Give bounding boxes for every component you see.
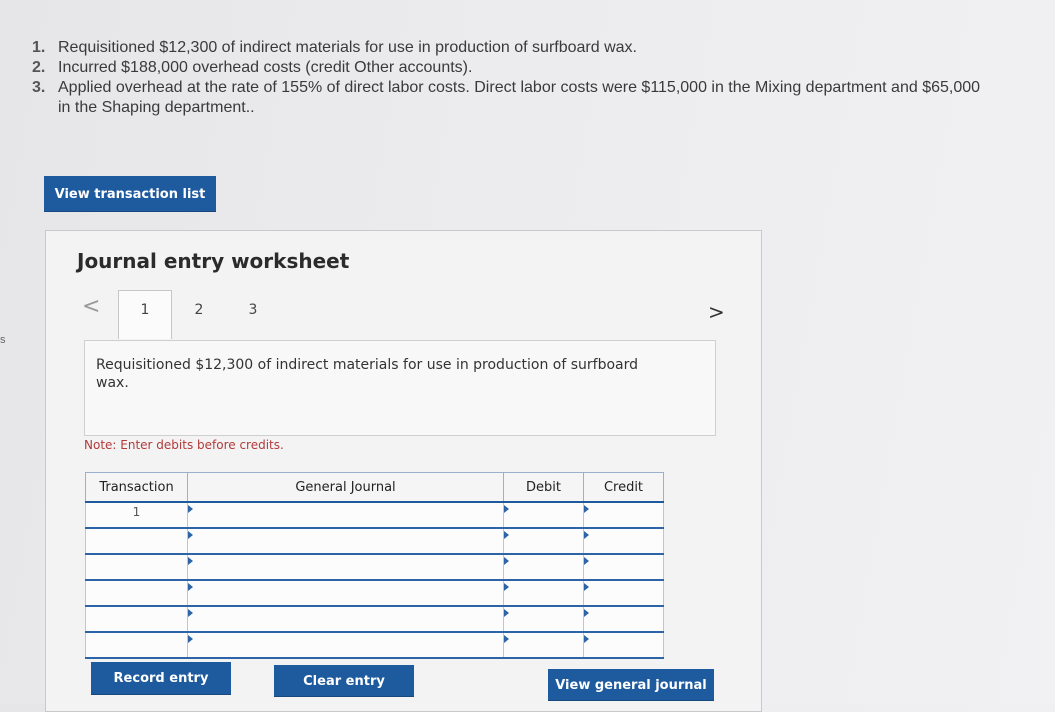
view-general-journal-button[interactable]: View general journal (548, 669, 714, 701)
transaction-cell (85, 579, 188, 607)
instruction-text: Requisitioned $12,300 of indirect materi… (58, 39, 637, 56)
table-row (85, 605, 664, 633)
credit-cell[interactable] (583, 605, 664, 633)
instruction-number: 1. (32, 39, 46, 56)
tab-1[interactable]: 1 (118, 290, 172, 339)
column-header-credit: Credit (583, 472, 664, 503)
instruction-item: 2. Incurred $188,000 overhead costs (cre… (32, 58, 1055, 78)
general-journal-cell[interactable] (187, 527, 504, 555)
instruction-item: 1. Requisitioned $12,300 of indirect mat… (32, 38, 1055, 58)
clear-entry-button[interactable]: Clear entry (274, 665, 414, 697)
table-row: 1 (85, 501, 664, 529)
worksheet-title: Journal entry worksheet (77, 249, 350, 273)
transaction-description: Requisitioned $12,300 of indirect materi… (96, 357, 639, 391)
instruction-number: 3. (32, 79, 46, 96)
table-row (85, 527, 664, 555)
debit-cell[interactable] (503, 501, 584, 529)
dropdown-marker-icon (504, 609, 509, 617)
dropdown-marker-icon (584, 583, 589, 591)
column-header-debit: Debit (503, 472, 584, 503)
dropdown-marker-icon (504, 557, 509, 565)
dropdown-marker-icon (584, 609, 589, 617)
general-journal-cell[interactable] (187, 631, 504, 659)
dropdown-marker-icon (504, 583, 509, 591)
previous-arrow-icon[interactable]: < (82, 294, 100, 319)
debit-cell[interactable] (503, 527, 584, 555)
instruction-item: 3. Applied overhead at the rate of 155% … (32, 78, 1055, 118)
instructions-list: 1. Requisitioned $12,300 of indirect mat… (32, 38, 1055, 118)
credit-cell[interactable] (583, 579, 664, 607)
general-journal-cell[interactable] (187, 501, 504, 529)
dropdown-marker-icon (188, 531, 193, 539)
instruction-text: Applied overhead at the rate of 155% of … (58, 79, 981, 116)
transaction-cell: 1 (85, 501, 188, 529)
dropdown-marker-icon (188, 505, 193, 513)
debit-cell[interactable] (503, 579, 584, 607)
dropdown-marker-icon (584, 531, 589, 539)
transaction-cell (85, 631, 188, 659)
dropdown-marker-icon (584, 557, 589, 565)
table-row (85, 553, 664, 581)
instruction-number: 2. (32, 59, 46, 76)
table-row (85, 579, 664, 607)
dropdown-marker-icon (188, 609, 193, 617)
next-arrow-icon[interactable]: > (708, 300, 725, 324)
dropdown-marker-icon (188, 635, 193, 643)
debit-cell[interactable] (503, 553, 584, 581)
dropdown-marker-icon (504, 531, 509, 539)
table-header-row: Transaction General Journal Debit Credit (85, 472, 664, 503)
transaction-cell (85, 527, 188, 555)
credit-cell[interactable] (583, 631, 664, 659)
edge-fragment: s (0, 334, 6, 346)
view-transaction-list-button[interactable]: View transaction list (44, 176, 216, 212)
credit-cell[interactable] (583, 527, 664, 555)
journal-table: Transaction General Journal Debit Credit… (85, 472, 664, 659)
dropdown-marker-icon (188, 557, 193, 565)
column-header-general-journal: General Journal (187, 472, 504, 503)
tab-3[interactable]: 3 (242, 302, 264, 318)
column-header-transaction: Transaction (85, 472, 188, 503)
instruction-text: Incurred $188,000 overhead costs (credit… (58, 59, 473, 76)
tab-2[interactable]: 2 (188, 302, 210, 318)
dropdown-marker-icon (188, 583, 193, 591)
general-journal-cell[interactable] (187, 605, 504, 633)
transaction-cell (85, 605, 188, 633)
transaction-cell (85, 553, 188, 581)
credit-cell[interactable] (583, 501, 664, 529)
dropdown-marker-icon (584, 505, 589, 513)
debit-cell[interactable] (503, 605, 584, 633)
general-journal-cell[interactable] (187, 553, 504, 581)
general-journal-cell[interactable] (187, 579, 504, 607)
dropdown-marker-icon (504, 635, 509, 643)
entry-note: Note: Enter debits before credits. (84, 438, 284, 452)
record-entry-button[interactable]: Record entry (91, 662, 231, 695)
debit-cell[interactable] (503, 631, 584, 659)
table-row (85, 631, 664, 659)
dropdown-marker-icon (584, 635, 589, 643)
dropdown-marker-icon (504, 505, 509, 513)
credit-cell[interactable] (583, 553, 664, 581)
